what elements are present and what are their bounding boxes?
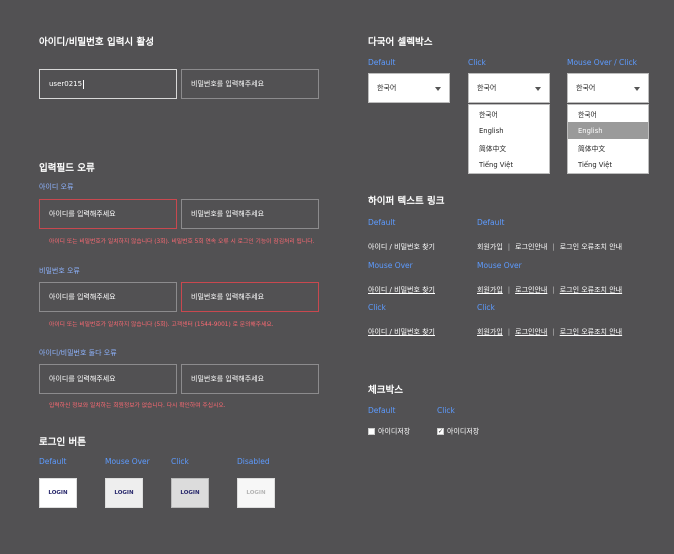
id-input[interactable]: 아이디를 입력해주세요 (39, 364, 177, 394)
section-title-hyper-links: 하이퍼 텍스트 링크 (368, 196, 445, 207)
login-guide-link[interactable]: 로그인안내 (515, 328, 547, 336)
link-row-default-left: 아이디 / 비밀번호 찾기 (368, 234, 435, 253)
state-label-default: Default (368, 218, 396, 227)
find-id-password-link[interactable]: 아이디 / 비밀번호 찾기 (368, 286, 435, 294)
language-select-value: 한국어 (576, 84, 596, 92)
password-input[interactable]: 비밀번호를 입력해주세요 (181, 69, 319, 99)
save-id-checkbox-checked[interactable]: ✓ 아이디저장 (437, 421, 479, 440)
id-input-value: user0215 (49, 80, 83, 88)
language-select-value: 한국어 (377, 84, 397, 92)
id-placeholder: 아이디를 입력해주세요 (49, 375, 116, 383)
text-cursor (83, 79, 85, 89)
state-label-click: Click (437, 406, 455, 415)
link-row-click-left: 아이디 / 비밀번호 찾기 (368, 319, 435, 338)
login-guide-link[interactable]: 로그인안내 (515, 286, 547, 294)
password-placeholder: 비밀번호를 입력해주세요 (191, 293, 265, 301)
section-title-checkbox: 체크박스 (368, 385, 403, 396)
id-placeholder: 아이디를 입력해주세요 (49, 293, 116, 301)
password-input[interactable]: 비밀번호를 입력해주세요 (181, 364, 319, 394)
state-label-default: Default (39, 457, 67, 466)
checkbox-label: 아이디저장 (378, 427, 411, 436)
login-guide-link[interactable]: 로그인안내 (515, 243, 547, 251)
id-error-message: 아이디 또는 비밀번호가 일치하지 않습니다 (3회). 비밀번호 5회 연속 … (49, 239, 315, 245)
state-label-click: Click (477, 303, 495, 312)
link-row-click-right: 회원가입 | 로그인안내 | 로그인 오류조치 안내 (477, 319, 622, 338)
login-button-disabled: LOGIN (237, 478, 275, 508)
find-id-password-link[interactable]: 아이디 / 비밀번호 찾기 (368, 243, 435, 251)
login-button-default[interactable]: LOGIN (39, 478, 77, 508)
id-input-error[interactable]: 아이디를 입력해주세요 (39, 199, 177, 229)
signup-link[interactable]: 회원가입 (477, 286, 503, 294)
link-separator: | (507, 243, 511, 251)
chevron-down-icon (535, 87, 541, 91)
signup-link[interactable]: 회원가입 (477, 328, 503, 336)
language-option[interactable]: English (469, 122, 549, 139)
language-option[interactable]: 简体中文 (568, 139, 648, 156)
signup-link[interactable]: 회원가입 (477, 243, 503, 251)
state-label-mouse-over-click: Mouse Over / Click (567, 58, 637, 67)
state-label-mouse-over: Mouse Over (477, 261, 522, 270)
link-separator: | (552, 243, 555, 251)
state-label-click: Click (468, 58, 486, 67)
password-placeholder: 비밀번호를 입력해주세요 (191, 375, 265, 383)
id-input[interactable]: 아이디를 입력해주세요 (39, 282, 177, 312)
language-option[interactable]: 한국어 (568, 105, 648, 122)
language-dropdown-hover: 한국어 English 简体中文 Tiếng Việt (567, 104, 649, 174)
password-input[interactable]: 비밀번호를 입력해주세요 (181, 199, 319, 229)
link-separator: | (552, 328, 555, 336)
link-row-default-right: 회원가입 | 로그인안내 | 로그인 오류조치 안내 (477, 234, 622, 253)
state-label-default: Default (368, 406, 396, 415)
pw-error-label: 비밀번호 오류 (39, 267, 80, 275)
language-option[interactable]: 简体中文 (469, 139, 549, 156)
checkmark-icon[interactable]: ✓ (437, 428, 444, 435)
state-label-default: Default (368, 58, 396, 67)
id-error-label: 아이디 오류 (39, 183, 74, 191)
both-error-label: 아이디/비밀번호 둘다 오류 (39, 349, 117, 357)
language-dropdown: 한국어 English 简体中文 Tiếng Việt (468, 104, 550, 174)
section-title-input-active: 아이디/비밀번호 입력시 활성 (39, 37, 154, 48)
section-title-field-errors: 입력필드 오류 (39, 163, 95, 174)
language-select-default[interactable]: 한국어 (368, 73, 450, 103)
language-option[interactable]: Tiếng Việt (469, 156, 549, 173)
state-label-default: Default (477, 218, 505, 227)
language-option[interactable]: Tiếng Việt (568, 156, 648, 173)
section-title-language-select: 다국어 셀렉박스 (368, 37, 433, 48)
id-input[interactable]: user0215 (39, 69, 177, 99)
find-id-password-link[interactable]: 아이디 / 비밀번호 찾기 (368, 328, 435, 336)
section-title-login-buttons: 로그인 버튼 (39, 437, 87, 448)
state-label-mouse-over: Mouse Over (105, 457, 150, 466)
pw-error-message: 아이디 또는 비밀번호가 일치하지 않습니다 (5회). 고객센터 (1544-… (49, 322, 274, 328)
language-select-open[interactable]: 한국어 (468, 73, 550, 103)
checkbox-box[interactable] (368, 428, 375, 435)
checkbox-label: 아이디저장 (447, 427, 480, 436)
login-button-click[interactable]: LOGIN (171, 478, 209, 508)
link-separator: | (552, 286, 555, 294)
language-option-hovered[interactable]: English (568, 122, 648, 139)
login-button-hover[interactable]: LOGIN (105, 478, 143, 508)
state-label-disabled: Disabled (237, 457, 270, 466)
login-error-guide-link[interactable]: 로그인 오류조치 안내 (560, 328, 622, 336)
chevron-down-icon (634, 87, 640, 91)
save-id-checkbox-default[interactable]: 아이디저장 (368, 421, 410, 440)
language-select-open-hover[interactable]: 한국어 (567, 73, 649, 103)
password-placeholder: 비밀번호를 입력해주세요 (191, 80, 265, 88)
language-option[interactable]: 한국어 (469, 105, 549, 122)
login-error-guide-link[interactable]: 로그인 오류조치 안내 (560, 286, 622, 294)
link-row-hover-left: 아이디 / 비밀번호 찾기 (368, 277, 435, 296)
chevron-down-icon (435, 87, 441, 91)
link-row-hover-right: 회원가입 | 로그인안내 | 로그인 오류조치 안내 (477, 277, 622, 296)
state-label-mouse-over: Mouse Over (368, 261, 413, 270)
state-label-click: Click (368, 303, 386, 312)
password-input-error[interactable]: 비밀번호를 입력해주세요 (181, 282, 319, 312)
link-separator: | (507, 286, 511, 294)
login-error-guide-link[interactable]: 로그인 오류조치 안내 (560, 243, 622, 251)
id-placeholder: 아이디를 입력해주세요 (49, 210, 116, 218)
link-separator: | (507, 328, 511, 336)
both-error-message: 입력하신 정보와 일치하는 회원정보가 없습니다. 다시 확인하여 주십시오. (49, 403, 226, 409)
language-select-value: 한국어 (477, 84, 497, 92)
state-label-click: Click (171, 457, 189, 466)
password-placeholder: 비밀번호를 입력해주세요 (191, 210, 265, 218)
